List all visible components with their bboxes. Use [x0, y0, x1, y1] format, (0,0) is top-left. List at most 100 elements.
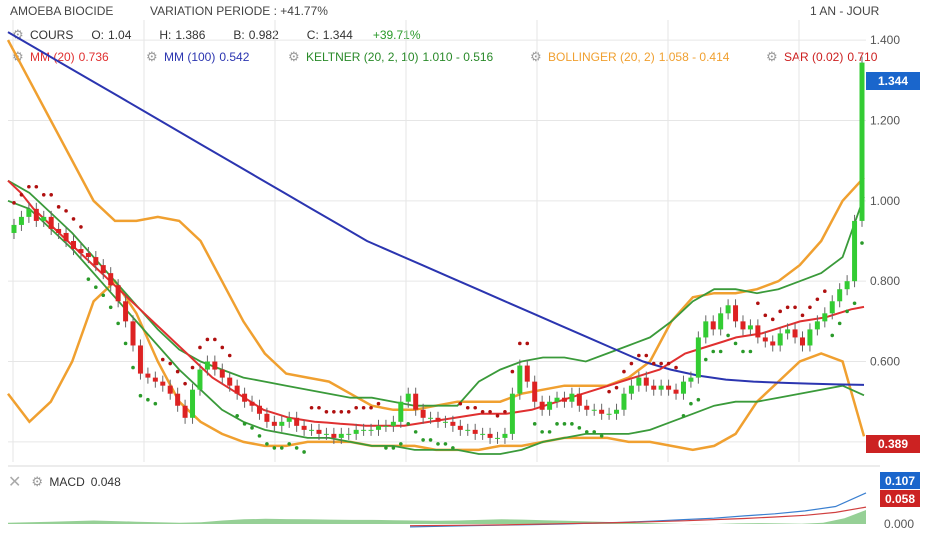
candle-body	[695, 337, 701, 378]
sar-dot	[525, 341, 530, 346]
gear-icon[interactable]: ⚙	[31, 475, 43, 488]
candles	[11, 56, 865, 444]
legend-mm20[interactable]: ⚙ MM (20) 0.736	[12, 50, 109, 64]
sar-dot	[823, 289, 827, 294]
high-value: 1.386	[175, 28, 206, 42]
sar-dot	[689, 401, 693, 406]
candle-body	[316, 429, 322, 434]
candle-body	[859, 62, 865, 221]
last-price-badge-bg	[866, 72, 920, 90]
legend-bollinger[interactable]: ⚙ BOLLINGER (20, 2) 1.058 - 0.414	[530, 50, 729, 64]
candle-body	[234, 385, 240, 394]
sar-dot	[718, 349, 723, 354]
gear-icon[interactable]: ⚙	[288, 50, 300, 63]
sar-dot	[235, 413, 239, 418]
sar-dot	[64, 209, 68, 213]
legend-cours[interactable]: ⚙ COURS O: 1.04 H: 1.386 B: 0.982 C: 1.3…	[12, 28, 421, 42]
last-price-badge: 1.344	[878, 74, 908, 88]
sar-dot	[763, 313, 768, 318]
price-chart[interactable]: 0.4000.6000.8001.0001.2001.400 1.344 0.3…	[0, 0, 926, 540]
sar-dot	[674, 365, 678, 370]
sar-dot	[332, 409, 336, 414]
sar-dot	[49, 192, 53, 197]
sar-dot	[27, 184, 31, 189]
candle-body	[799, 337, 805, 346]
candle-body	[755, 325, 761, 338]
candle-body	[175, 393, 181, 406]
candle-body	[309, 429, 315, 431]
sar-dot	[785, 305, 790, 310]
sar-dot	[518, 341, 522, 346]
candle-body	[606, 413, 612, 415]
sar-dot	[830, 333, 835, 338]
sar-dot	[644, 353, 649, 358]
sar-dot	[622, 369, 626, 374]
candle-body	[680, 381, 686, 394]
sar-dot	[473, 405, 477, 410]
candle-body	[26, 208, 32, 217]
bollinger-upper-line	[6, 39, 865, 412]
sar-dot	[406, 422, 411, 426]
sar-dot	[391, 446, 396, 450]
gear-icon[interactable]: ⚙	[766, 50, 778, 63]
gear-icon[interactable]: ⚙	[146, 50, 158, 63]
candle-body	[532, 381, 538, 402]
candle-body	[11, 224, 17, 233]
sar-dot	[309, 405, 314, 410]
sar-dot	[190, 365, 195, 370]
candle-body	[41, 216, 47, 221]
close-icon[interactable]: ✕	[8, 472, 21, 492]
sar-dot	[399, 442, 403, 446]
sar-dot	[138, 393, 143, 398]
gear-icon[interactable]: ⚙	[12, 50, 24, 63]
sar-dot	[279, 446, 284, 450]
gear-icon[interactable]: ⚙	[530, 50, 542, 63]
y-axis: 0.4000.6000.8001.0001.2001.400	[870, 33, 900, 449]
sar-dot	[272, 446, 277, 450]
sar-dot	[34, 184, 39, 189]
sar-dot	[629, 361, 634, 366]
legend-keltner[interactable]: ⚙ KELTNER (20, 2, 10) 1.010 - 0.516	[288, 50, 493, 64]
sar-dot	[860, 241, 864, 245]
sar-dot	[146, 397, 150, 402]
sar-dot	[651, 361, 656, 366]
sar-dot	[748, 349, 753, 354]
candle-body	[123, 301, 129, 322]
close-value: 1.344	[322, 28, 353, 42]
period-selector[interactable]: 1 AN - JOUR	[810, 4, 879, 18]
candle-body	[383, 425, 389, 427]
legend-sar[interactable]: ⚙ SAR (0.02) 0.710	[766, 50, 877, 64]
sar-dot	[354, 405, 358, 410]
sar-dot	[436, 442, 440, 446]
sar-dot	[168, 361, 173, 366]
gear-icon[interactable]: ⚙	[12, 28, 24, 41]
sar-dot	[451, 446, 455, 450]
sar-dot	[302, 450, 306, 454]
candle-body	[271, 421, 277, 426]
candle-body	[442, 421, 448, 423]
candle-body	[576, 393, 582, 406]
candle-body	[591, 409, 597, 411]
macd-badge-top: 0.107	[885, 474, 915, 488]
sar-dot	[778, 309, 782, 314]
candle-body	[673, 389, 679, 394]
candle-body	[658, 385, 664, 390]
macd-histogram	[8, 510, 866, 525]
candle-body	[78, 249, 84, 254]
candle-body	[85, 253, 91, 258]
sar-dot	[547, 430, 552, 434]
candle-body	[435, 417, 441, 422]
candle-body	[100, 265, 106, 274]
candle-body	[331, 433, 337, 438]
candle-body	[509, 393, 515, 434]
indicator-legend: ⚙ COURS O: 1.04 H: 1.386 B: 0.982 C: 1.3…	[0, 26, 880, 66]
candle-body	[405, 393, 411, 402]
sar-dot	[637, 353, 641, 358]
legend-mm100[interactable]: ⚙ MM (100) 0.542	[146, 50, 249, 64]
candle-body	[145, 373, 151, 378]
sar-dot	[555, 422, 559, 426]
sar-dot	[131, 365, 135, 370]
sar-dot	[175, 369, 180, 374]
candle-body	[167, 385, 173, 394]
candle-body	[495, 437, 501, 439]
